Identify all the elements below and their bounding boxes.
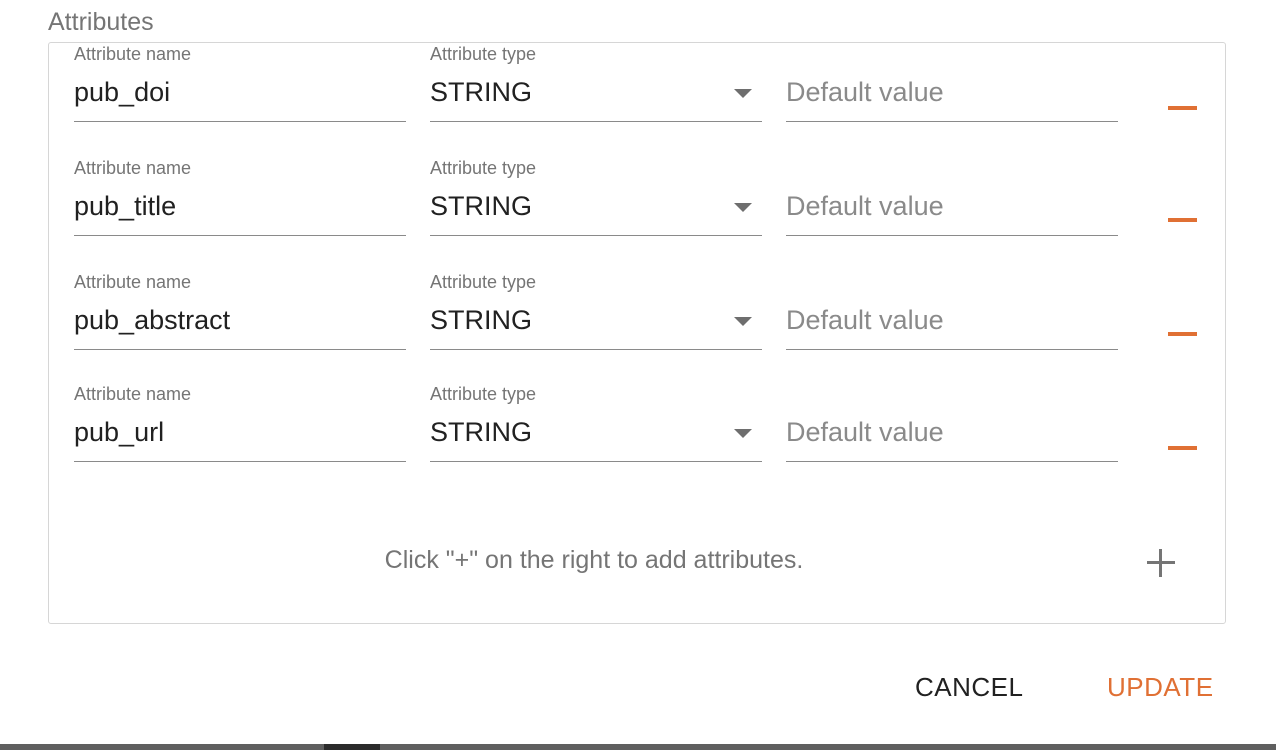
attribute-name-field[interactable]: Attribute name pub_doi	[74, 19, 406, 122]
attribute-type-select[interactable]: Attribute type STRING	[430, 133, 762, 236]
default-value-placeholder[interactable]: Default value	[786, 75, 944, 109]
minus-icon	[1168, 332, 1197, 336]
attribute-name-field[interactable]: Attribute name pub_abstract	[74, 247, 406, 350]
attribute-row: Attribute name pub_doi Attribute type ST…	[49, 44, 1225, 143]
update-button[interactable]: UPDATE	[1107, 664, 1214, 710]
add-attributes-hint: Click "+" on the right to add attributes…	[384, 546, 804, 574]
remove-attribute-button[interactable]	[1161, 93, 1201, 123]
cancel-button[interactable]: CANCEL	[915, 664, 1023, 710]
attribute-row: Attribute name pub_abstract Attribute ty…	[49, 272, 1225, 371]
dropdown-arrow-icon[interactable]	[734, 203, 752, 212]
window-bottom-edge	[0, 744, 1276, 750]
attribute-name-field[interactable]: Attribute name pub_title	[74, 133, 406, 236]
attribute-type-select[interactable]: Attribute type STRING	[430, 247, 762, 350]
attribute-name-value[interactable]: pub_abstract	[74, 303, 230, 337]
attribute-type-label: Attribute type	[430, 44, 537, 64]
default-value-field[interactable]: Default value	[786, 359, 1118, 462]
attribute-type-label: Attribute type	[430, 158, 537, 178]
attribute-type-value[interactable]: STRING	[430, 303, 532, 337]
attribute-type-label: Attribute type	[430, 384, 537, 404]
dropdown-arrow-icon[interactable]	[734, 89, 752, 98]
attribute-name-label: Attribute name	[74, 158, 192, 178]
attribute-type-value[interactable]: STRING	[430, 189, 532, 223]
remove-attribute-button[interactable]	[1161, 433, 1201, 463]
attribute-row: Attribute name pub_url Attribute type ST…	[49, 384, 1225, 483]
default-value-placeholder[interactable]: Default value	[786, 415, 944, 449]
attribute-name-value[interactable]: pub_title	[74, 189, 176, 223]
add-attribute-button[interactable]	[1139, 541, 1183, 585]
attribute-name-value[interactable]: pub_doi	[74, 75, 170, 109]
attribute-name-value[interactable]: pub_url	[74, 415, 164, 449]
plus-icon-vertical	[1159, 549, 1162, 577]
attribute-type-select[interactable]: Attribute type STRING	[430, 19, 762, 122]
attributes-panel: Attribute name pub_doi Attribute type ST…	[48, 42, 1226, 624]
default-value-field[interactable]: Default value	[786, 19, 1118, 122]
minus-icon	[1168, 106, 1197, 110]
dropdown-arrow-icon[interactable]	[734, 317, 752, 326]
default-value-field[interactable]: Default value	[786, 247, 1118, 350]
attribute-name-label: Attribute name	[74, 44, 192, 64]
attribute-type-label: Attribute type	[430, 272, 537, 292]
default-value-field[interactable]: Default value	[786, 133, 1118, 236]
minus-icon	[1168, 218, 1197, 222]
remove-attribute-button[interactable]	[1161, 205, 1201, 235]
attribute-name-label: Attribute name	[74, 272, 192, 292]
attribute-type-select[interactable]: Attribute type STRING	[430, 359, 762, 462]
attribute-type-value[interactable]: STRING	[430, 75, 532, 109]
dropdown-arrow-icon[interactable]	[734, 429, 752, 438]
default-value-placeholder[interactable]: Default value	[786, 303, 944, 337]
attribute-name-field[interactable]: Attribute name pub_url	[74, 359, 406, 462]
window-edge-notch	[324, 744, 380, 750]
attribute-name-label: Attribute name	[74, 384, 192, 404]
default-value-placeholder[interactable]: Default value	[786, 189, 944, 223]
minus-icon	[1168, 446, 1197, 450]
attribute-row: Attribute name pub_title Attribute type …	[49, 158, 1225, 257]
remove-attribute-button[interactable]	[1161, 319, 1201, 349]
attribute-type-value[interactable]: STRING	[430, 415, 532, 449]
edit-attributes-dialog: Attributes Attribute name pub_doi Attrib…	[0, 0, 1276, 744]
